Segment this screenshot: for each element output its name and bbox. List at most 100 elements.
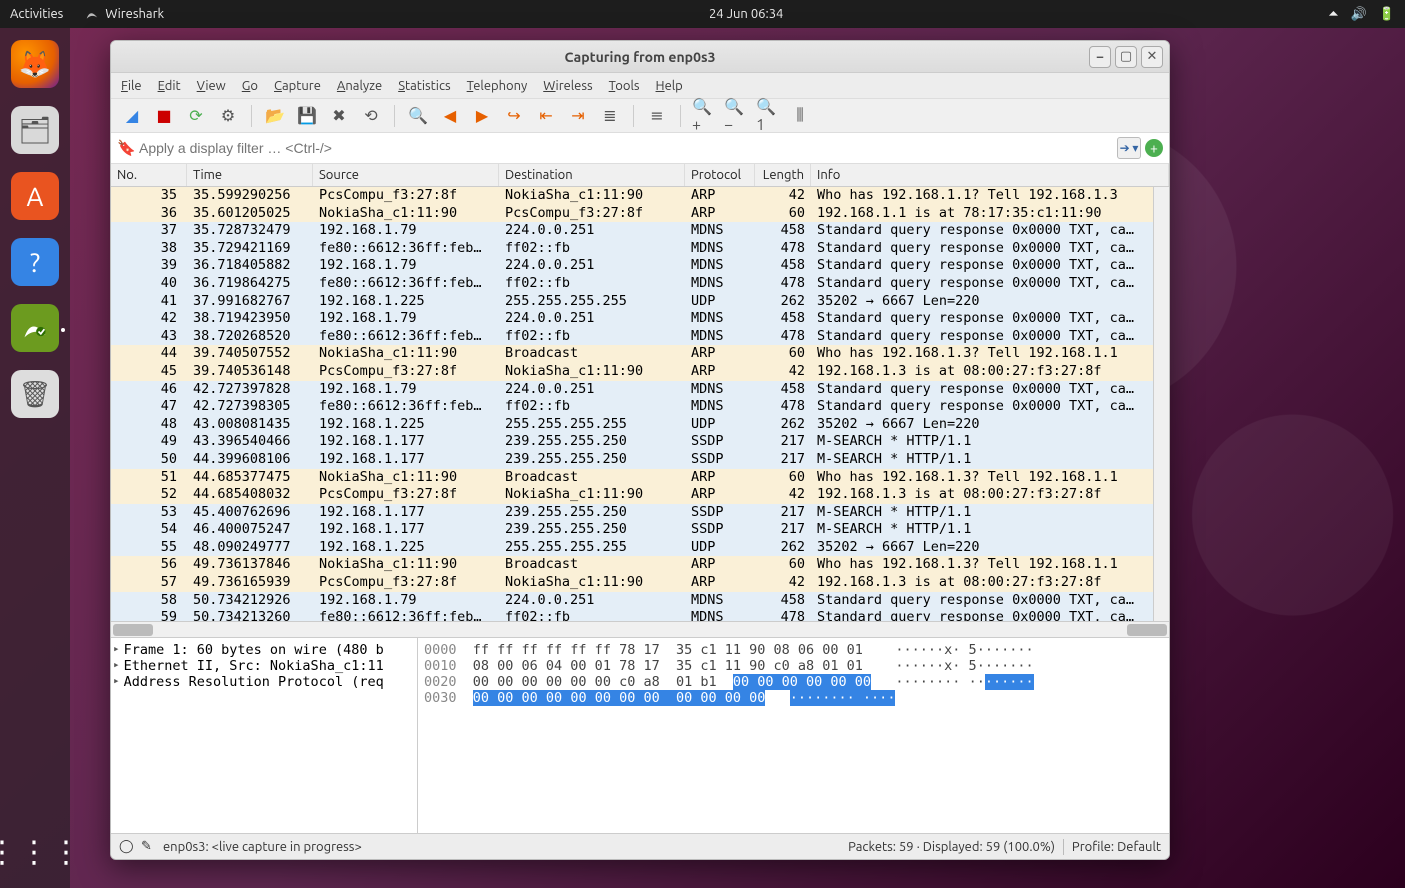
status-profile[interactable]: Profile: Default <box>1072 840 1161 854</box>
close-file-icon[interactable]: ✖ <box>326 103 352 129</box>
packet-list-body[interactable]: 3535.599290256PcsCompu_f3:27:8fNokiaSha_… <box>111 187 1153 621</box>
col-header-info[interactable]: Info <box>811 164 1169 186</box>
table-row[interactable]: 3735.728732479192.168.1.79224.0.0.251MDN… <box>111 222 1153 240</box>
clock[interactable]: 24 Jun 06:34 <box>164 7 1328 21</box>
packet-bytes-pane[interactable]: 0000 ff ff ff ff ff ff 78 17 35 c1 11 90… <box>418 638 1169 833</box>
col-header-no[interactable]: No. <box>111 164 187 186</box>
resize-columns-icon[interactable]: ⫼ <box>787 103 813 129</box>
app-menu[interactable]: Wireshark <box>85 7 164 21</box>
table-row[interactable]: 5548.090249777192.168.1.225255.255.255.2… <box>111 539 1153 557</box>
bytes-row[interactable]: 0030 00 00 00 00 00 00 00 00 00 00 00 00… <box>424 690 1163 706</box>
col-header-length[interactable]: Length <box>755 164 811 186</box>
stop-capture-icon[interactable]: ■ <box>151 103 177 129</box>
menu-statistics[interactable]: Statistics <box>398 79 450 93</box>
table-row[interactable]: 5044.399608106192.168.1.177239.255.255.2… <box>111 451 1153 469</box>
battery-icon[interactable]: 🔋 <box>1379 7 1395 22</box>
find-packet-icon[interactable]: 🔍 <box>405 103 431 129</box>
table-row[interactable]: 3535.599290256PcsCompu_f3:27:8fNokiaSha_… <box>111 187 1153 205</box>
dock-trash[interactable]: 🗑 <box>11 370 59 418</box>
packet-list-header[interactable]: No. Time Source Destination Protocol Len… <box>111 164 1169 187</box>
dock-show-apps[interactable]: ⋮⋮⋮ <box>0 834 83 870</box>
table-row[interactable]: 5850.734212926192.168.1.79224.0.0.251MDN… <box>111 592 1153 610</box>
menu-wireless[interactable]: Wireless <box>543 79 592 93</box>
tree-item[interactable]: ▸Address Resolution Protocol (req <box>113 674 415 690</box>
table-row[interactable]: 5950.734213260fe80::6612:36ff:feb…ff02::… <box>111 609 1153 621</box>
packet-details-pane[interactable]: ▸Frame 1: 60 bytes on wire (480 b▸Ethern… <box>111 638 418 833</box>
table-row[interactable]: 3936.718405882192.168.1.79224.0.0.251MDN… <box>111 257 1153 275</box>
table-row[interactable]: 5649.736137846NokiaSha_c1:11:90Broadcast… <box>111 556 1153 574</box>
filter-add-button[interactable]: + <box>1145 139 1163 157</box>
table-row[interactable]: 5446.400075247192.168.1.177239.255.255.2… <box>111 521 1153 539</box>
zoom-reset-icon[interactable]: 🔍1 <box>755 103 781 129</box>
table-row[interactable]: 5749.736165939PcsCompu_f3:27:8fNokiaSha_… <box>111 574 1153 592</box>
table-row[interactable]: 4642.727397828192.168.1.79224.0.0.251MDN… <box>111 381 1153 399</box>
menu-telephony[interactable]: Telephony <box>467 79 528 93</box>
table-row[interactable]: 4238.719423950192.168.1.79224.0.0.251MDN… <box>111 310 1153 328</box>
col-header-destination[interactable]: Destination <box>499 164 685 186</box>
zoom-out-icon[interactable]: 🔍− <box>723 103 749 129</box>
tree-item[interactable]: ▸Ethernet II, Src: NokiaSha_c1:11 <box>113 658 415 674</box>
menu-analyze[interactable]: Analyze <box>337 79 382 93</box>
reload-icon[interactable]: ⟲ <box>358 103 384 129</box>
auto-scroll-icon[interactable]: ≣ <box>597 103 623 129</box>
menu-go[interactable]: Go <box>242 79 258 93</box>
maximize-button[interactable]: ▢ <box>1115 46 1137 68</box>
dock-software[interactable]: A <box>11 172 59 220</box>
capture-options-icon[interactable]: ⚙ <box>215 103 241 129</box>
table-row[interactable]: 3835.729421169fe80::6612:36ff:feb…ff02::… <box>111 240 1153 258</box>
titlebar[interactable]: Capturing from enp0s3 – ▢ ✕ <box>111 41 1169 73</box>
bookmark-icon[interactable]: 🔖 <box>117 139 135 157</box>
edit-capture-comment-icon[interactable]: ✎ <box>141 839 157 855</box>
colorize-icon[interactable]: ≡ <box>644 103 670 129</box>
packet-list-hscroll[interactable] <box>111 621 1169 637</box>
col-header-protocol[interactable]: Protocol <box>685 164 755 186</box>
table-row[interactable]: 4338.720268520fe80::6612:36ff:feb…ff02::… <box>111 328 1153 346</box>
dock-firefox[interactable]: 🦊 <box>11 40 59 88</box>
zoom-in-icon[interactable]: 🔍+ <box>691 103 717 129</box>
table-row[interactable]: 5144.685377475NokiaSha_c1:11:90Broadcast… <box>111 469 1153 487</box>
table-row[interactable]: 5244.685408032PcsCompu_f3:27:8fNokiaSha_… <box>111 486 1153 504</box>
go-first-icon[interactable]: ⇤ <box>533 103 559 129</box>
packet-list-scrollbar[interactable] <box>1153 187 1169 621</box>
menu-help[interactable]: Help <box>656 79 683 93</box>
table-row[interactable]: 4539.740536148PcsCompu_f3:27:8fNokiaSha_… <box>111 363 1153 381</box>
volume-icon[interactable]: 🔊 <box>1351 7 1367 22</box>
go-to-packet-icon[interactable]: ↪ <box>501 103 527 129</box>
tree-item[interactable]: ▸Frame 1: 60 bytes on wire (480 b <box>113 642 415 658</box>
menu-view[interactable]: View <box>197 79 226 93</box>
col-header-time[interactable]: Time <box>187 164 313 186</box>
menu-edit[interactable]: Edit <box>158 79 181 93</box>
go-back-icon[interactable]: ◀ <box>437 103 463 129</box>
bytes-row[interactable]: 0020 00 00 00 00 00 00 c0 a8 01 b1 00 00… <box>424 674 1163 690</box>
table-row[interactable]: 4843.008081435192.168.1.225255.255.255.2… <box>111 416 1153 434</box>
menu-capture[interactable]: Capture <box>274 79 321 93</box>
col-header-source[interactable]: Source <box>313 164 499 186</box>
table-row[interactable]: 4943.396540466192.168.1.177239.255.255.2… <box>111 433 1153 451</box>
table-row[interactable]: 4137.991682767192.168.1.225255.255.255.2… <box>111 293 1153 311</box>
go-forward-icon[interactable]: ▶ <box>469 103 495 129</box>
start-capture-icon[interactable]: ◢ <box>119 103 145 129</box>
menu-file[interactable]: File <box>121 79 142 93</box>
dock-help[interactable]: ? <box>11 238 59 286</box>
dock-wireshark[interactable] <box>11 304 59 352</box>
activities-button[interactable]: Activities <box>10 7 63 21</box>
restart-capture-icon[interactable]: ⟳ <box>183 103 209 129</box>
bytes-row[interactable]: 0010 08 00 06 04 00 01 78 17 35 c1 11 90… <box>424 658 1163 674</box>
table-row[interactable]: 3635.601205025NokiaSha_c1:11:90PcsCompu_… <box>111 205 1153 223</box>
open-file-icon[interactable]: 📂 <box>262 103 288 129</box>
table-row[interactable]: 4439.740507552NokiaSha_c1:11:90Broadcast… <box>111 345 1153 363</box>
close-button[interactable]: ✕ <box>1141 46 1163 68</box>
menu-tools[interactable]: Tools <box>609 79 640 93</box>
network-icon[interactable]: ⏶ <box>1328 7 1338 22</box>
table-row[interactable]: 4036.719864275fe80::6612:36ff:feb…ff02::… <box>111 275 1153 293</box>
save-file-icon[interactable]: 💾 <box>294 103 320 129</box>
bytes-row[interactable]: 0000 ff ff ff ff ff ff 78 17 35 c1 11 90… <box>424 642 1163 658</box>
dock-files[interactable]: 🗂 <box>11 106 59 154</box>
table-row[interactable]: 5345.400762696192.168.1.177239.255.255.2… <box>111 504 1153 522</box>
display-filter-input[interactable] <box>139 140 1113 156</box>
expert-info-icon[interactable]: ◯ <box>119 839 135 855</box>
table-row[interactable]: 4742.727398305fe80::6612:36ff:feb…ff02::… <box>111 398 1153 416</box>
go-last-icon[interactable]: ⇥ <box>565 103 591 129</box>
filter-apply-button[interactable]: ➔ ▾ <box>1117 137 1141 159</box>
minimize-button[interactable]: – <box>1089 46 1111 68</box>
